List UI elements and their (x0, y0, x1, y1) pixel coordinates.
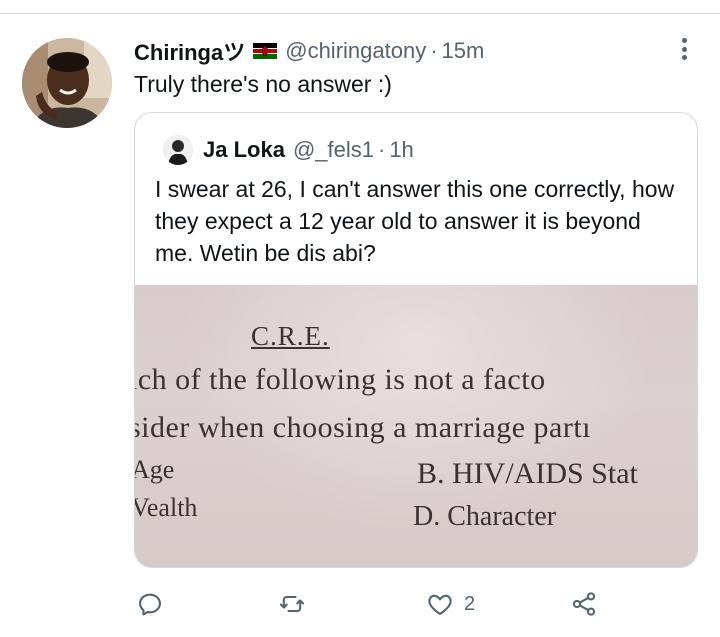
heart-icon (428, 594, 452, 615)
separator-dot: · (430, 38, 438, 63)
kenya-flag-icon (253, 43, 278, 59)
retweet-icon (279, 595, 305, 613)
reply-button[interactable] (136, 586, 164, 622)
quoted-author-name: Ja Loka (203, 137, 285, 162)
avatar-photo (22, 38, 112, 128)
author-name[interactable]: Chiringaツ (134, 35, 245, 67)
photo-text-line: sider when choosing a marriage partı (135, 411, 592, 444)
more-options-icon[interactable] (672, 36, 696, 62)
quoted-tweet-photo[interactable]: C.R.E. ich of the following is not a fac… (135, 285, 697, 567)
reply-icon (139, 593, 161, 616)
photo-text-option: Vealth (135, 493, 198, 522)
tweet-text: Truly there's no answer :) (134, 71, 392, 97)
quoted-author-handle: @_fels1 (292, 137, 374, 162)
like-count: 2 (464, 592, 476, 615)
quoted-tweet-card[interactable]: Ja Loka @_fels1 · 1h I swear at 26, I ca… (134, 112, 698, 568)
like-button[interactable]: 2 (426, 586, 475, 622)
share-icon (572, 592, 596, 616)
top-divider (0, 13, 720, 14)
quoted-tweet-timestamp: 1h (389, 137, 414, 162)
quoted-tweet-text: I swear at 26, I can't answer this one c… (155, 176, 675, 266)
separator-dot: · (377, 137, 386, 162)
tweet-action-bar: 2 (134, 586, 634, 622)
photo-text-option: Age (135, 455, 175, 484)
author-handle[interactable]: @chiringatony (285, 38, 426, 64)
photo-text-line: ich of the following is not a facto (135, 363, 546, 396)
tweet-header: Chiringaツ @chiringatony · 15m (134, 36, 484, 66)
photo-text-option: D. Character (413, 501, 557, 532)
photo-text-option: B. HIV/AIDS Stat (417, 457, 638, 490)
share-button[interactable] (570, 586, 598, 622)
quoted-author-avatar (163, 135, 193, 165)
photo-text-title: C.R.E. (251, 321, 330, 351)
author-avatar[interactable] (22, 38, 112, 128)
retweet-button[interactable] (278, 586, 306, 622)
tweet-timestamp[interactable]: 15m (442, 38, 485, 64)
quoted-tweet-header: Ja Loka @_fels1 · 1h (163, 133, 414, 167)
